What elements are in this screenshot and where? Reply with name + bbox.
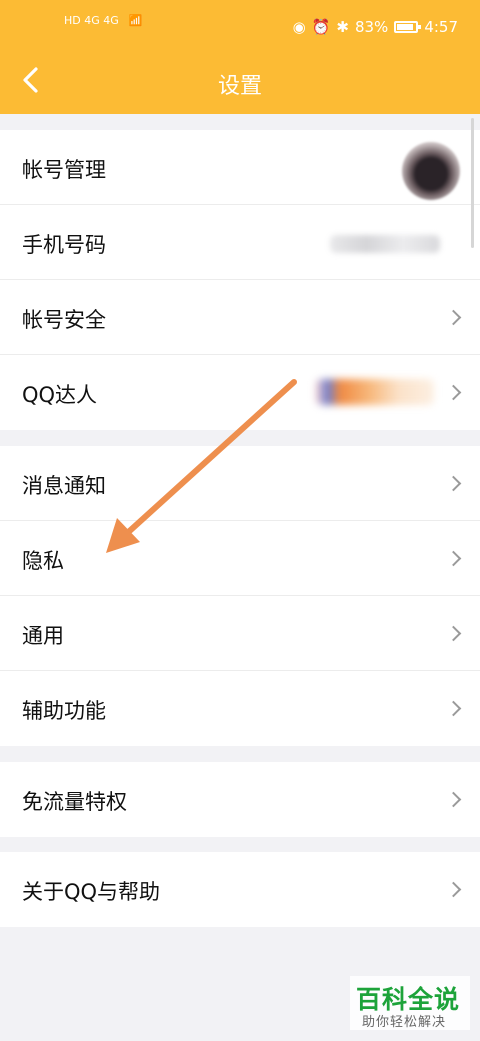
row-notifications[interactable]: 消息通知 <box>0 446 480 521</box>
scrollbar[interactable] <box>471 118 474 248</box>
page-title: 设置 <box>217 74 262 99</box>
watermark-logo: 百科全说 助你轻松解决 <box>350 976 470 1030</box>
chevron-right-icon <box>448 551 458 567</box>
row-account-management[interactable]: 帐号管理 <box>0 130 480 205</box>
row-label: 辅助功能 <box>22 699 106 723</box>
avatar <box>402 142 460 200</box>
phone-number-value <box>330 235 440 253</box>
row-privacy[interactable]: 隐私 <box>0 521 480 596</box>
row-label: 消息通知 <box>22 474 106 498</box>
row-data-free-privilege[interactable]: 免流量特权 <box>0 762 480 837</box>
row-label: 隐私 <box>22 549 64 573</box>
about-group: 关于QQ与帮助 <box>0 852 480 927</box>
chevron-right-icon <box>448 310 458 326</box>
chevron-right-icon <box>448 882 458 898</box>
row-phone-number[interactable]: 手机号码 <box>0 205 480 280</box>
battery-percent: 83% <box>354 18 389 36</box>
general-group: 消息通知 隐私 通用 辅助功能 <box>0 446 480 746</box>
row-label: 帐号管理 <box>22 158 106 182</box>
wifi-icon: 📶 <box>128 14 143 27</box>
chevron-right-icon <box>448 701 458 717</box>
row-label: 通用 <box>22 624 64 648</box>
signal-icon: HD 4G 4G <box>64 14 119 27</box>
row-qq-daren[interactable]: QQ达人 <box>0 355 480 430</box>
row-label: QQ达人 <box>22 383 98 407</box>
row-about-help[interactable]: 关于QQ与帮助 <box>0 852 480 927</box>
row-account-security[interactable]: 帐号安全 <box>0 280 480 355</box>
row-label: 帐号安全 <box>22 308 106 332</box>
header-bar: HD 4G 4G 📶 ◉ ⏰ ✱ 83% 4:57 设置 <box>0 0 480 114</box>
daren-badge <box>316 379 434 405</box>
eye-icon: ◉ <box>292 18 306 36</box>
chevron-right-icon <box>448 385 458 401</box>
row-label: 手机号码 <box>22 233 106 257</box>
row-general[interactable]: 通用 <box>0 596 480 671</box>
data-free-group: 免流量特权 <box>0 762 480 837</box>
chevron-right-icon <box>448 476 458 492</box>
alarm-icon: ⏰ <box>311 18 331 36</box>
account-group: 帐号管理 手机号码 帐号安全 QQ达人 <box>0 130 480 430</box>
battery-icon <box>394 21 422 33</box>
row-label: 免流量特权 <box>22 790 127 814</box>
watermark-subtitle: 助你轻松解决 <box>362 1015 447 1030</box>
chevron-right-icon <box>448 626 458 642</box>
row-accessibility[interactable]: 辅助功能 <box>0 671 480 746</box>
bluetooth-icon: ✱ <box>336 18 349 36</box>
row-label: 关于QQ与帮助 <box>22 880 161 904</box>
chevron-right-icon <box>448 792 458 808</box>
clock: 4:57 <box>424 18 458 36</box>
signal-indicators: HD 4G 4G 📶 <box>64 14 142 27</box>
status-right: ◉ ⏰ ✱ 83% 4:57 <box>293 18 458 36</box>
status-bar: HD 4G 4G 📶 ◉ ⏰ ✱ 83% 4:57 <box>0 0 480 58</box>
